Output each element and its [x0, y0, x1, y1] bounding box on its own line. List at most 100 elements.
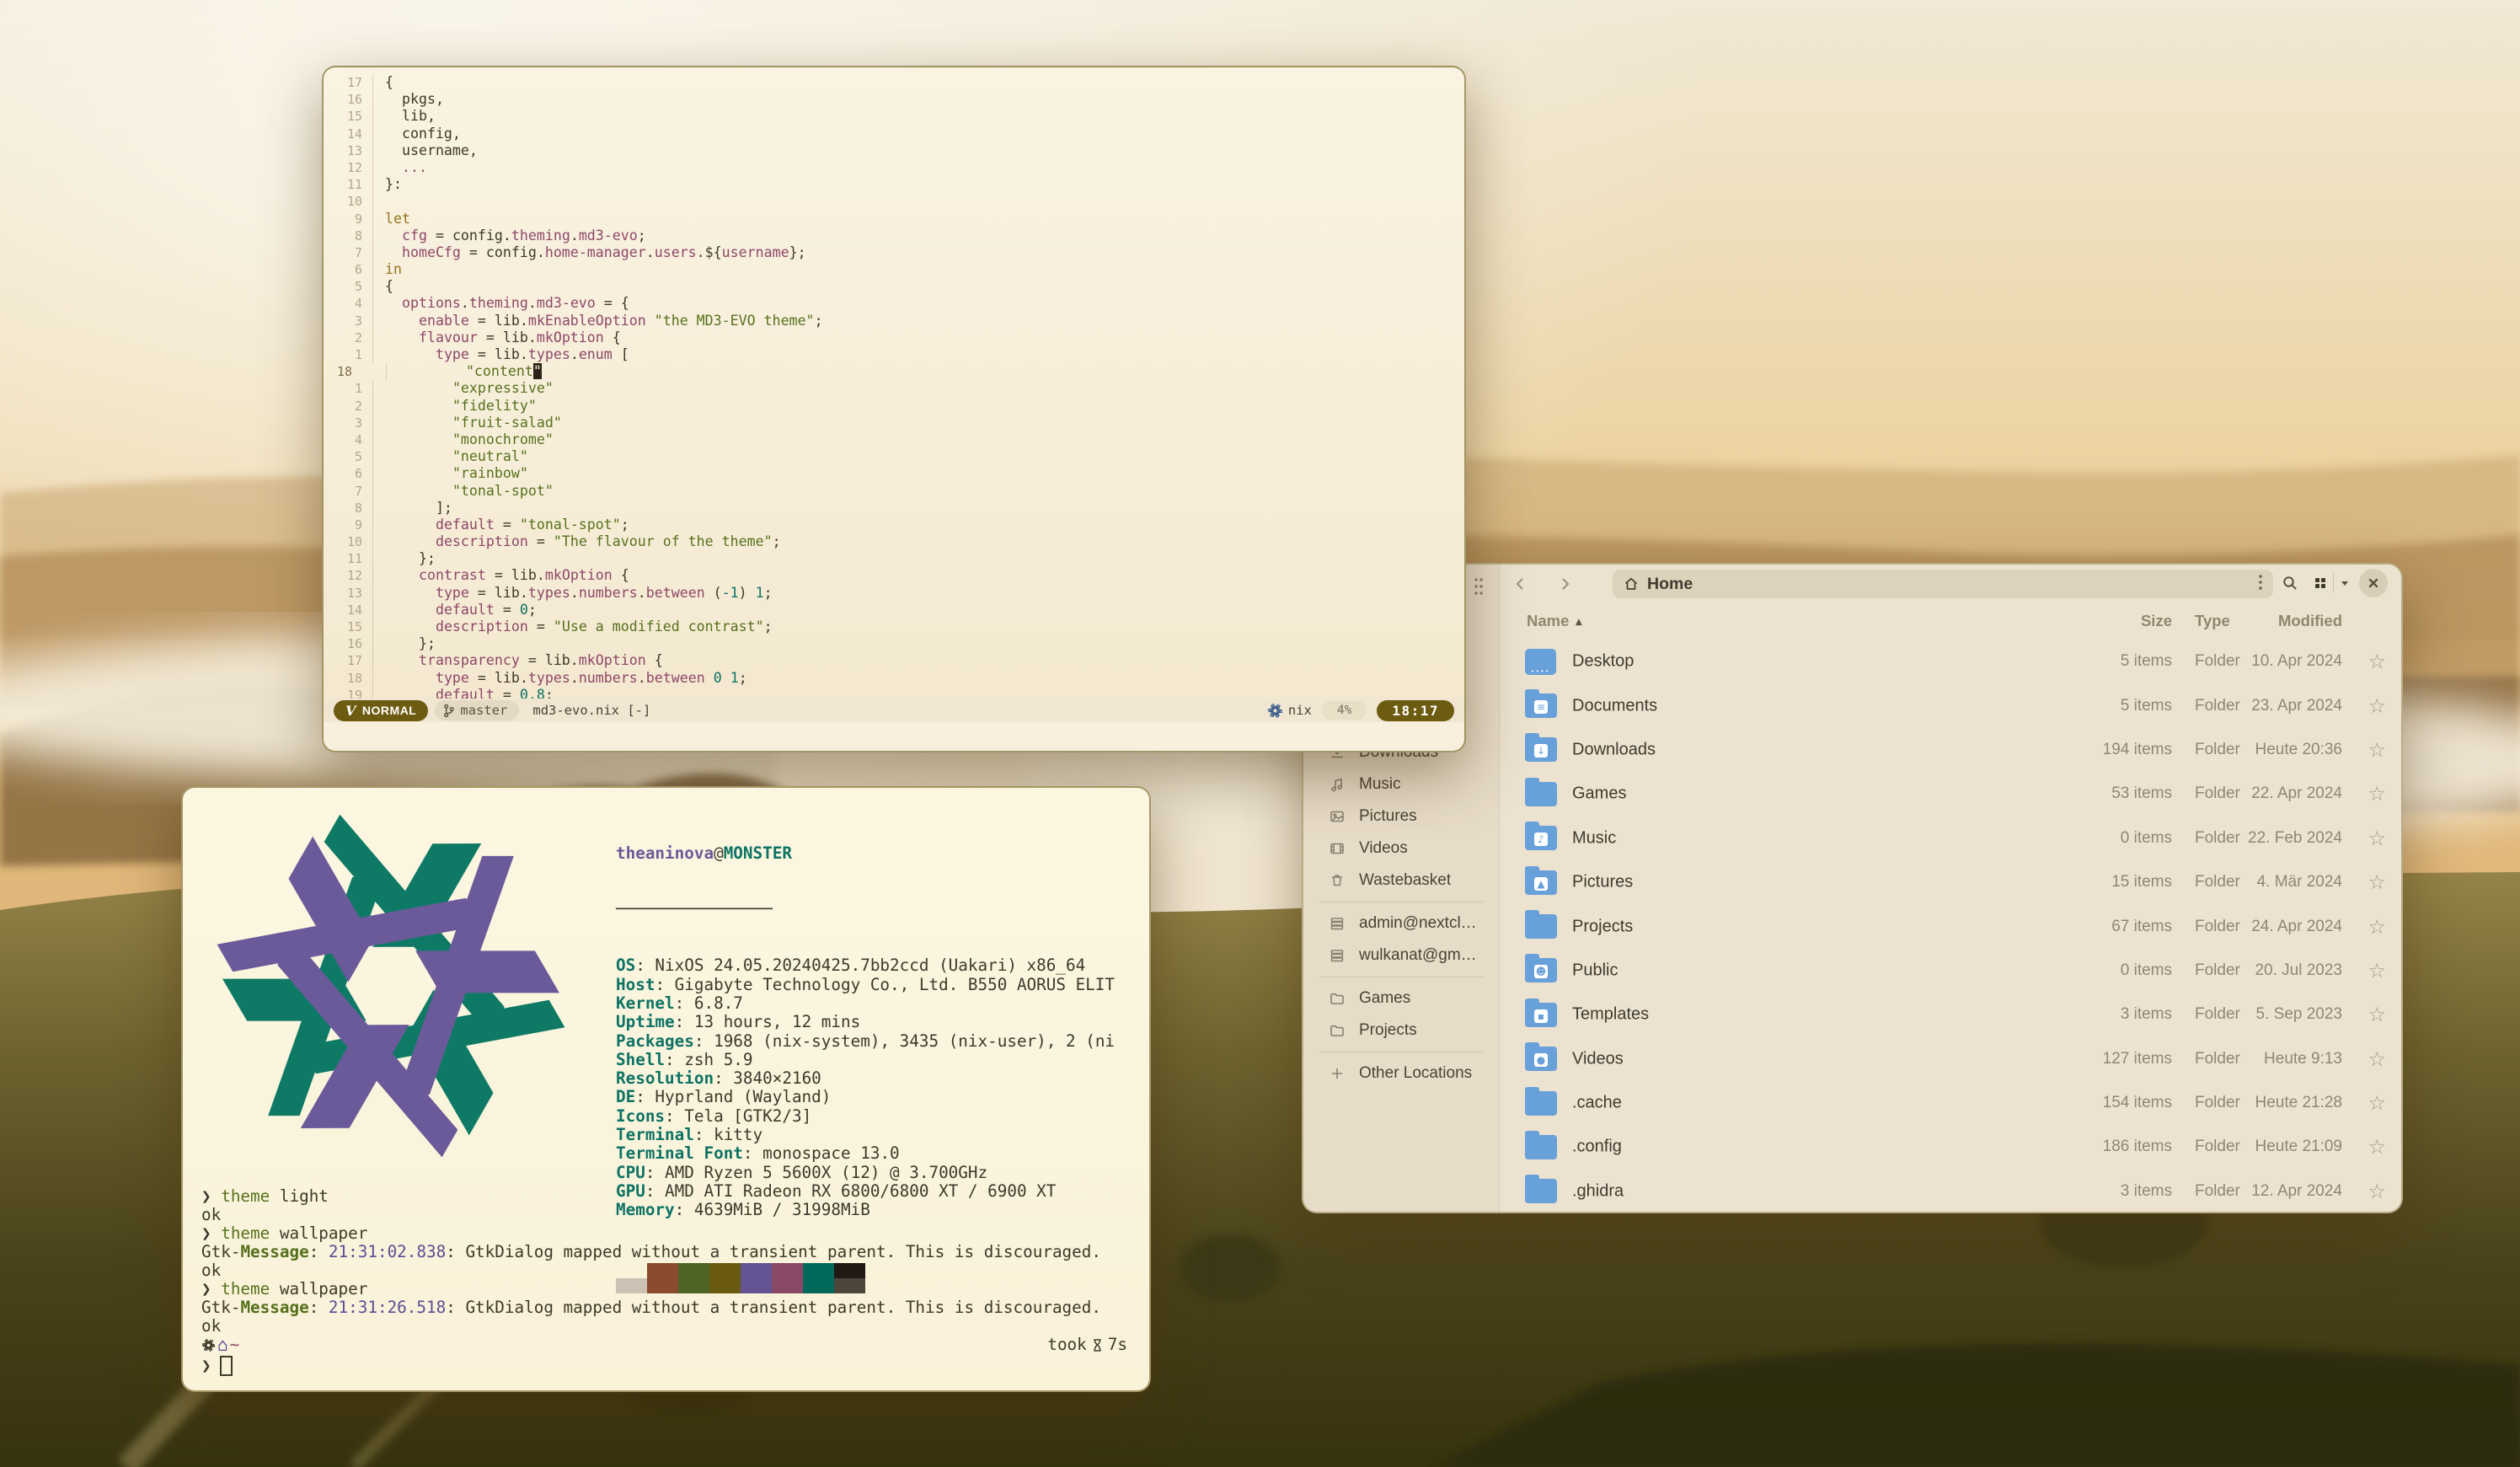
- terminal-output-line: Gtk-Message: 21:31:26.518: GtkDialog map…: [201, 1298, 1127, 1317]
- branch-label: master: [460, 703, 507, 718]
- user-host-line: theaninova@MONSTER: [616, 844, 1115, 863]
- sidebar-item-games[interactable]: Games: [1310, 982, 1492, 1015]
- star-icon[interactable]: ☆: [2368, 959, 2386, 982]
- star-icon[interactable]: ☆: [2368, 1047, 2386, 1071]
- star-icon[interactable]: ☆: [2368, 1180, 2386, 1203]
- star-icon[interactable]: ☆: [2368, 694, 2386, 718]
- column-header-size[interactable]: Size: [2141, 612, 2172, 630]
- sidebar-item-wulkanat-gmail-com[interactable]: wulkanat@gmail.com: [1310, 940, 1492, 972]
- palette-swatch: [741, 1263, 772, 1278]
- file-size: 3 items: [2121, 1005, 2172, 1024]
- editor-commandline[interactable]: [324, 722, 1464, 751]
- file-modified: Heute 20:36: [2255, 741, 2342, 759]
- code-line: 13 username,: [324, 142, 1464, 159]
- code-line: 7 "tonal-spot": [324, 483, 1464, 500]
- file-row--cache[interactable]: .cache 154 items Folder Heute 21:28 ☆: [1500, 1081, 2401, 1125]
- file-row--ghidra[interactable]: .ghidra 3 items Folder 12. Apr 2024 ☆: [1500, 1170, 2401, 1213]
- chevron-left-icon: [1512, 576, 1528, 592]
- column-header-type[interactable]: Type: [2195, 612, 2230, 630]
- folder-icon: ▲: [1525, 870, 1557, 895]
- star-icon[interactable]: ☆: [2368, 1003, 2386, 1026]
- list-column-headers: Name ▴ Size Type Modified: [1500, 608, 2401, 637]
- sidebar-item-pictures[interactable]: Pictures: [1310, 800, 1492, 833]
- fetch-line: Shell: zsh 5.9: [616, 1051, 1115, 1069]
- file-row-games[interactable]: Games 53 items Folder 22. Apr 2024 ☆: [1500, 772, 2401, 816]
- view-toggle-button[interactable]: [2313, 574, 2351, 592]
- sidebar-item-label: Wastebasket: [1359, 871, 1451, 890]
- column-header-modified[interactable]: Modified: [2278, 612, 2342, 630]
- palette-swatch: [709, 1278, 741, 1293]
- star-icon[interactable]: ☆: [2368, 1135, 2386, 1159]
- pictures-emblem-icon: ▲: [1534, 877, 1548, 891]
- chevron-right-icon: [1558, 576, 1573, 592]
- file-size: 3 items: [2121, 1182, 2172, 1201]
- search-button[interactable]: [2276, 569, 2304, 597]
- back-button[interactable]: [1505, 570, 1535, 598]
- file-row-desktop[interactable]: ···· Desktop 5 items Folder 10. Apr 2024…: [1500, 640, 2401, 683]
- star-icon[interactable]: ☆: [2368, 870, 2386, 894]
- code-line: 3 enable = lib.mkEnableOption "the MD3-E…: [324, 313, 1464, 329]
- address-bar[interactable]: Home: [1613, 570, 2273, 598]
- file-size: 15 items: [2111, 873, 2172, 891]
- sidebar-item-projects[interactable]: Projects: [1310, 1015, 1492, 1047]
- line-number: 3: [324, 313, 372, 329]
- file-row-videos[interactable]: ● Videos 127 items Folder Heute 9:13 ☆: [1500, 1037, 2401, 1081]
- file-row-music[interactable]: ♪ Music 0 items Folder 22. Feb 2024 ☆: [1500, 816, 2401, 860]
- server-icon: [1329, 947, 1346, 964]
- file-row-projects[interactable]: Projects 67 items Folder 24. Apr 2024 ☆: [1500, 904, 2401, 948]
- forward-button[interactable]: [1550, 570, 1581, 598]
- line-number: 7: [324, 483, 372, 500]
- file-type: Folder: [2195, 1182, 2240, 1201]
- sidebar-item-videos[interactable]: Videos: [1310, 833, 1492, 865]
- line-number: 17: [324, 652, 372, 669]
- trash-icon: [1329, 872, 1346, 889]
- line-number: 14: [324, 126, 372, 142]
- star-icon[interactable]: ☆: [2368, 782, 2386, 806]
- sidebar-item-wastebasket[interactable]: Wastebasket: [1310, 865, 1492, 897]
- line-number: 7: [324, 244, 372, 261]
- line-number: 12: [324, 567, 372, 584]
- server-icon: [1329, 915, 1346, 932]
- sidebar-item-admin-nextcloud-theanin-[interactable]: admin@nextcloud.theanin…: [1310, 908, 1492, 940]
- file-row-documents[interactable]: ≡ Documents 5 items Folder 23. Apr 2024 …: [1500, 683, 2401, 727]
- sidebar-item-other-locations[interactable]: Other Locations: [1310, 1057, 1492, 1090]
- code-area[interactable]: 17{16 pkgs,15 lib,14 config,13 username,…: [324, 74, 1464, 704]
- star-icon[interactable]: ☆: [2368, 915, 2386, 939]
- file-size: 5 items: [2121, 652, 2172, 671]
- star-icon[interactable]: ☆: [2368, 827, 2386, 850]
- star-icon[interactable]: ☆: [2368, 650, 2386, 673]
- file-row-downloads[interactable]: ↓ Downloads 194 items Folder Heute 20:36…: [1500, 728, 2401, 772]
- file-name: Pictures: [1572, 873, 1633, 892]
- file-modified: 4. Mär 2024: [2257, 873, 2342, 891]
- search-icon: [2282, 575, 2298, 592]
- file-name: Documents: [1572, 696, 1657, 715]
- sidebar-item-music[interactable]: Music: [1310, 768, 1492, 800]
- fetch-line: Kernel: 6.8.7: [616, 994, 1115, 1013]
- file-modified: 12. Apr 2024: [2251, 1182, 2342, 1201]
- file-type: Folder: [2195, 697, 2240, 715]
- file-row--config[interactable]: .config 186 items Folder Heute 21:09 ☆: [1500, 1125, 2401, 1169]
- line-number: 1: [324, 380, 372, 397]
- terminal-prompt[interactable]: ❯: [201, 1356, 1127, 1376]
- sidebar-item-label: admin@nextcloud.theanin…: [1359, 914, 1484, 933]
- file-name: Downloads: [1572, 740, 1656, 759]
- hostname: MONSTER: [724, 843, 792, 863]
- folder-icon: [1329, 990, 1346, 1007]
- file-row-pictures[interactable]: ▲ Pictures 15 items Folder 4. Mär 2024 ☆: [1500, 860, 2401, 904]
- close-button[interactable]: [2359, 569, 2388, 597]
- file-name: Public: [1572, 961, 1618, 980]
- star-icon[interactable]: ☆: [2368, 1091, 2386, 1115]
- file-size: 127 items: [2103, 1050, 2172, 1068]
- pane-drag-handle-icon[interactable]: [1474, 576, 1484, 600]
- terminal-cursor: [220, 1356, 233, 1376]
- file-row-public[interactable]: ☻ Public 0 items Folder 20. Jul 2023 ☆: [1500, 949, 2401, 993]
- code-line: 9let: [324, 211, 1464, 228]
- column-header-name[interactable]: Name ▴: [1527, 612, 1581, 630]
- star-icon[interactable]: ☆: [2368, 738, 2386, 762]
- fetch-line: Resolution: 3840×2160: [616, 1069, 1115, 1088]
- path-menu-button[interactable]: [2258, 573, 2263, 596]
- file-row-templates[interactable]: ▪ Templates 3 items Folder 5. Sep 2023 ☆: [1500, 993, 2401, 1036]
- folder-icon: [1525, 914, 1557, 939]
- fetch-label: CPU: [616, 1163, 645, 1182]
- documents-emblem-icon: ≡: [1534, 700, 1548, 714]
